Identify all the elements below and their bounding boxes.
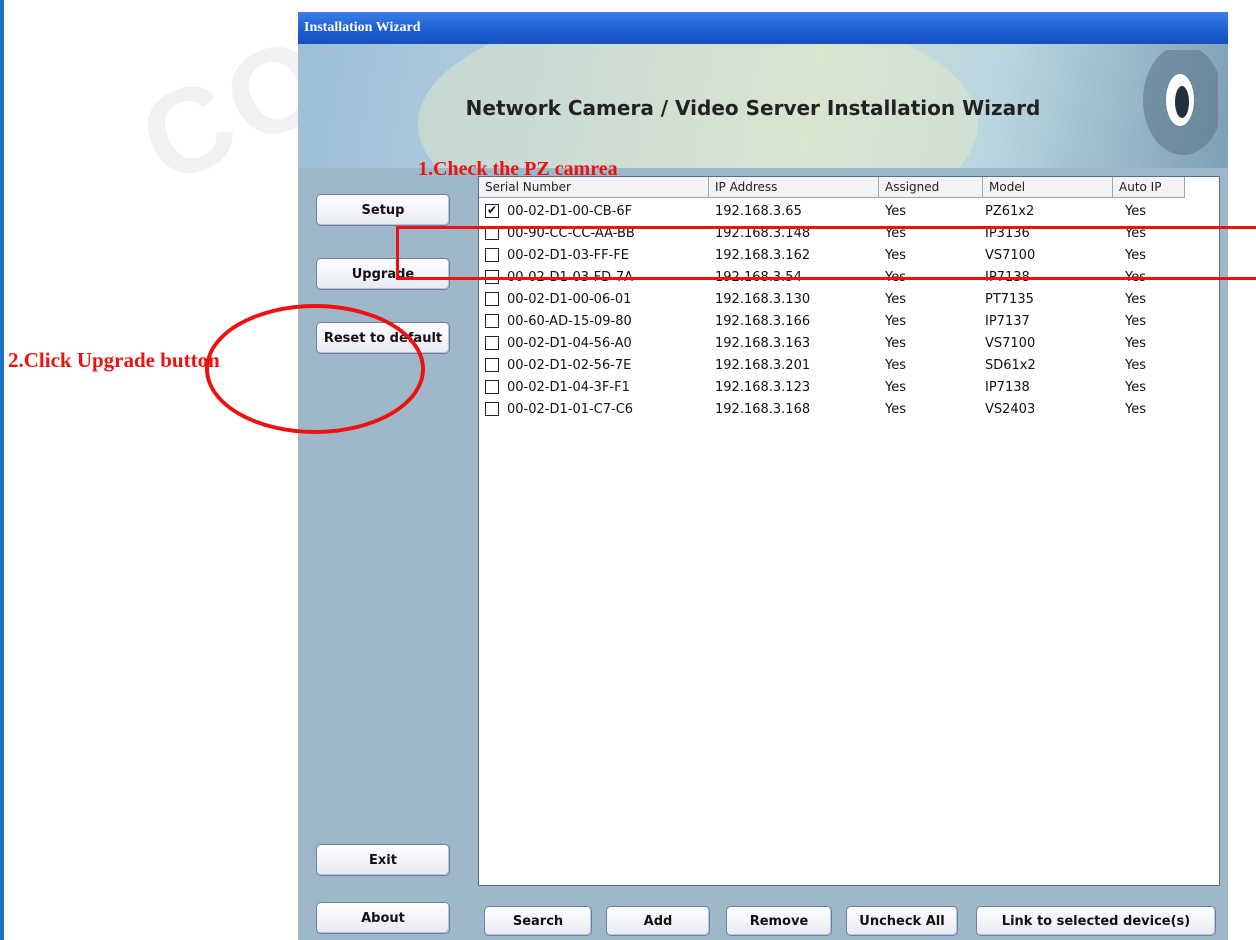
exit-button-label: Exit — [369, 852, 397, 868]
uncheck-all-button[interactable]: Uncheck All — [846, 906, 958, 936]
table-row[interactable]: 00-60-AD-15-09-80 192.168.3.166 Yes IP7137 Y… — [479, 311, 1219, 333]
column-model[interactable]: Model — [983, 177, 1113, 198]
row-auto-ip-cell: Yes — [1125, 314, 1146, 329]
row-assigned-cell: Yes — [885, 402, 906, 417]
annotation-highlight-ellipse — [205, 304, 425, 434]
table-row[interactable]: 00-02-D1-02-56-7E 192.168.3.201 Yes SD61x2 Y… — [479, 355, 1219, 377]
table-row[interactable]: ✔ 00-02-D1-00-CB-6F 192.168.3.65 Yes PZ61x2 Y… — [479, 201, 1219, 223]
row-checkbox[interactable]: ✔ — [485, 204, 499, 218]
annotation-step-2: 2.Click Upgrade button — [8, 348, 220, 372]
row-checkbox[interactable] — [485, 336, 499, 350]
add-button-label: Add — [643, 913, 673, 929]
row-assigned-cell: Yes — [885, 292, 906, 307]
sidebar: Setup Upgrade Reset to default Exit Abou… — [298, 168, 470, 940]
row-model-cell: IP7138 — [985, 380, 1030, 395]
row-checkbox[interactable] — [485, 402, 499, 416]
row-auto-ip-cell: Yes — [1125, 358, 1146, 373]
link-to-selected-devices-button[interactable]: Link to selected device(s) — [976, 906, 1216, 936]
row-model-cell: PT7135 — [985, 292, 1034, 307]
row-serial-cell: 00-02-D1-04-3F-F1 — [507, 380, 630, 395]
row-assigned-cell: Yes — [885, 336, 906, 351]
link-button-label: Link to selected device(s) — [1001, 913, 1191, 929]
row-model-cell: PZ61x2 — [985, 204, 1035, 219]
about-button-label: About — [361, 910, 405, 926]
row-serial-cell: 00-02-D1-01-C7-C6 — [507, 402, 634, 417]
banner-title: Network Camera / Video Server Installati… — [465, 96, 1041, 120]
row-auto-ip-cell: Yes — [1125, 336, 1146, 351]
about-button[interactable]: About — [316, 902, 450, 934]
row-ip-cell: 192.168.3.123 — [715, 380, 811, 395]
row-assigned-cell: Yes — [885, 358, 906, 373]
wizard-banner: Network Camera / Video Server Installati… — [298, 44, 1228, 168]
table-row[interactable]: 00-02-D1-04-56-A0 192.168.3.163 Yes VS7100 Y… — [479, 333, 1219, 355]
uncheck-all-button-label: Uncheck All — [859, 913, 945, 929]
column-assigned[interactable]: Assigned — [879, 177, 983, 198]
row-auto-ip-cell: Yes — [1125, 402, 1146, 417]
main-panel: Serial Number IP Address Assigned Model … — [470, 168, 1228, 940]
exit-button[interactable]: Exit — [316, 844, 450, 876]
row-ip-cell: 192.168.3.163 — [715, 336, 811, 351]
row-serial-cell: 00-02-D1-04-56-A0 — [507, 336, 632, 351]
table-row[interactable]: 00-02-D1-04-3F-F1 192.168.3.123 Yes IP7138 Y… — [479, 377, 1219, 399]
row-auto-ip-cell: Yes — [1125, 292, 1146, 307]
table-row[interactable]: 00-02-D1-01-C7-C6 192.168.3.168 Yes VS2403 Y… — [479, 399, 1219, 421]
window-titlebar: Installation Wizard — [298, 12, 1228, 44]
row-model-cell: VS2403 — [985, 402, 1036, 417]
row-ip-cell: 192.168.3.168 — [715, 402, 811, 417]
row-checkbox[interactable] — [485, 380, 499, 394]
installation-wizard-window: Installation Wizard Network Camera / Vid… — [298, 12, 1228, 940]
row-ip-cell: 192.168.3.130 — [715, 292, 811, 307]
row-model-cell: SD61x2 — [985, 358, 1036, 373]
row-checkbox[interactable] — [485, 358, 499, 372]
setup-button[interactable]: Setup — [316, 194, 450, 226]
remove-button[interactable]: Remove — [726, 906, 832, 936]
add-button[interactable]: Add — [606, 906, 710, 936]
column-ip-address[interactable]: IP Address — [709, 177, 879, 198]
row-assigned-cell: Yes — [885, 204, 906, 219]
row-auto-ip-cell: Yes — [1125, 380, 1146, 395]
row-assigned-cell: Yes — [885, 314, 906, 329]
setup-button-label: Setup — [361, 202, 405, 218]
row-serial-cell: 00-02-D1-00-CB-6F — [507, 204, 633, 219]
row-checkbox[interactable] — [485, 314, 499, 328]
camera-lens-graphic — [1143, 50, 1218, 155]
row-assigned-cell: Yes — [885, 380, 906, 395]
annotation-highlight-rectangle — [396, 226, 1256, 280]
search-button-label: Search — [512, 913, 564, 929]
row-serial-cell: 00-02-D1-00-06-01 — [507, 292, 632, 307]
device-list[interactable]: Serial Number IP Address Assigned Model … — [478, 176, 1220, 886]
row-ip-cell: 192.168.3.65 — [715, 204, 802, 219]
page-margin-rule — [0, 0, 4, 940]
row-serial-cell: 00-02-D1-02-56-7E — [507, 358, 632, 373]
row-auto-ip-cell: Yes — [1125, 204, 1146, 219]
row-ip-cell: 192.168.3.201 — [715, 358, 811, 373]
remove-button-label: Remove — [749, 913, 809, 929]
row-model-cell: IP7137 — [985, 314, 1030, 329]
row-checkbox[interactable] — [485, 292, 499, 306]
search-button[interactable]: Search — [484, 906, 592, 936]
table-row[interactable]: 00-02-D1-00-06-01 192.168.3.130 Yes PT7135 Y… — [479, 289, 1219, 311]
row-serial-cell: 00-60-AD-15-09-80 — [507, 314, 632, 329]
row-ip-cell: 192.168.3.166 — [715, 314, 811, 329]
column-auto-ip[interactable]: Auto IP — [1113, 177, 1185, 198]
annotation-step-1: 1.Check the PZ camrea — [418, 158, 618, 180]
row-model-cell: VS7100 — [985, 336, 1036, 351]
